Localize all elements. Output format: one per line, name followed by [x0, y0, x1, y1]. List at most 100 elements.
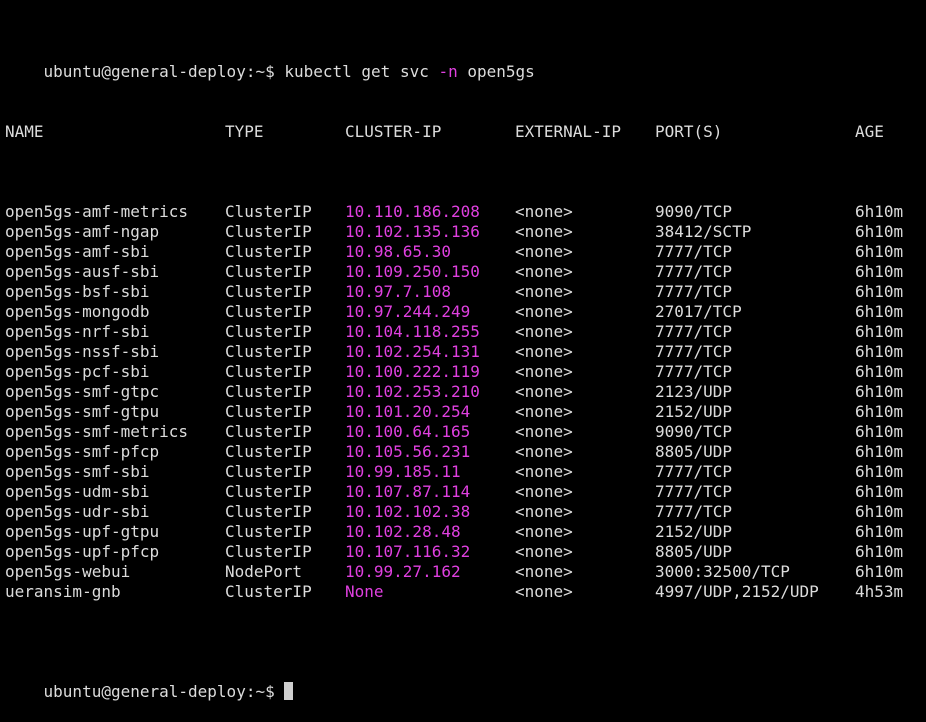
service-cluster-ip: 10.102.102.38 — [345, 502, 471, 521]
service-cluster-ip: 10.100.64.165 — [345, 422, 471, 441]
service-external-ip: <none> — [515, 242, 573, 261]
service-ports: 7777/TCP — [655, 462, 733, 481]
service-age: 6h10m — [855, 302, 904, 321]
terminal-cursor — [284, 682, 294, 700]
service-external-ip: <none> — [515, 302, 573, 321]
terminal-window[interactable]: ubuntu@general-deploy:~$ kubectl get svc… — [0, 0, 926, 701]
service-age: 6h10m — [855, 402, 904, 421]
service-cluster-ip: 10.102.254.131 — [345, 342, 480, 361]
service-age: 4h53m — [855, 582, 904, 601]
service-cluster-ip: 10.102.135.136 — [345, 222, 480, 241]
table-row: open5gs-mongodb ClusterIP 10.97.244.249 <no… — [5, 302, 926, 322]
service-cluster-ip: 10.100.222.119 — [345, 362, 480, 381]
service-cluster-ip: 10.101.20.254 — [345, 402, 471, 421]
service-type: ClusterIP — [225, 442, 312, 461]
service-type: ClusterIP — [225, 342, 312, 361]
table-header: NAME TYPE CLUSTER-IP EXTERNAL-IP PORT(S)… — [5, 122, 926, 142]
service-cluster-ip: 10.102.28.48 — [345, 522, 461, 541]
service-external-ip: <none> — [515, 342, 573, 361]
service-cluster-ip: 10.104.118.255 — [345, 322, 480, 341]
service-cluster-ip: 10.97.244.249 — [345, 302, 471, 321]
service-external-ip: <none> — [515, 362, 573, 381]
service-name: open5gs-upf-gtpu — [5, 522, 160, 541]
header-cluster-ip: CLUSTER-IP — [345, 122, 442, 141]
service-age: 6h10m — [855, 282, 904, 301]
next-prompt-user-host: ubuntu@general-deploy:~$ — [43, 682, 275, 701]
service-type: ClusterIP — [225, 402, 312, 421]
service-age: 6h10m — [855, 522, 904, 541]
service-ports: 7777/TCP — [655, 322, 733, 341]
service-name: open5gs-bsf-sbi — [5, 282, 150, 301]
table-row: open5gs-webui NodePort 10.99.27.162 <none> 3… — [5, 562, 926, 582]
service-age: 6h10m — [855, 542, 904, 561]
service-ports: 8805/UDP — [655, 442, 733, 461]
service-name: ueransim-gnb — [5, 582, 121, 601]
service-external-ip: <none> — [515, 482, 573, 501]
command-text: kubectl get svc — [274, 62, 439, 81]
service-age: 6h10m — [855, 442, 904, 461]
service-cluster-ip: 10.110.186.208 — [345, 202, 480, 221]
command-flag: -n — [438, 62, 458, 81]
service-name: open5gs-udr-sbi — [5, 502, 150, 521]
service-type: ClusterIP — [225, 462, 312, 481]
service-cluster-ip: 10.99.27.162 — [345, 562, 461, 581]
service-ports: 7777/TCP — [655, 242, 733, 261]
service-cluster-ip: 10.107.116.32 — [345, 542, 471, 561]
service-name: open5gs-pcf-sbi — [5, 362, 150, 381]
service-table: open5gs-amf-metrics ClusterIP 10.110.186.2… — [5, 202, 926, 602]
service-type: NodePort — [225, 562, 303, 581]
service-name: open5gs-mongodb — [5, 302, 150, 321]
service-name: open5gs-ausf-sbi — [5, 262, 160, 281]
service-age: 6h10m — [855, 362, 904, 381]
service-external-ip: <none> — [515, 322, 573, 341]
service-age: 6h10m — [855, 242, 904, 261]
service-cluster-ip: 10.102.253.210 — [345, 382, 480, 401]
service-age: 6h10m — [855, 422, 904, 441]
service-name: open5gs-amf-ngap — [5, 222, 160, 241]
service-age: 6h10m — [855, 382, 904, 401]
service-ports: 7777/TCP — [655, 342, 733, 361]
table-row: open5gs-amf-ngap ClusterIP 10.102.135.136 <… — [5, 222, 926, 242]
table-row: open5gs-nrf-sbi ClusterIP 10.104.118.255 <n… — [5, 322, 926, 342]
service-ports: 27017/TCP — [655, 302, 742, 321]
service-external-ip: <none> — [515, 502, 573, 521]
service-ports: 7777/TCP — [655, 502, 733, 521]
service-ports: 2152/UDP — [655, 402, 733, 421]
header-age: AGE — [855, 122, 884, 141]
service-cluster-ip: 10.109.250.150 — [345, 262, 480, 281]
service-external-ip: <none> — [515, 462, 573, 481]
service-age: 6h10m — [855, 562, 904, 581]
service-external-ip: <none> — [515, 282, 573, 301]
service-type: ClusterIP — [225, 482, 312, 501]
service-cluster-ip: 10.99.185.11 — [345, 462, 461, 481]
table-row: open5gs-amf-sbi ClusterIP 10.98.65.30 <none… — [5, 242, 926, 262]
service-external-ip: <none> — [515, 222, 573, 241]
service-age: 6h10m — [855, 462, 904, 481]
service-type: ClusterIP — [225, 362, 312, 381]
service-type: ClusterIP — [225, 282, 312, 301]
service-type: ClusterIP — [225, 322, 312, 341]
table-row: open5gs-upf-pfcp ClusterIP 10.107.116.32 <n… — [5, 542, 926, 562]
service-ports: 38412/SCTP — [655, 222, 752, 241]
service-name: open5gs-nrf-sbi — [5, 322, 150, 341]
command-line: ubuntu@general-deploy:~$ kubectl get svc… — [5, 42, 926, 81]
service-external-ip: <none> — [515, 402, 573, 421]
service-age: 6h10m — [855, 342, 904, 361]
table-row: open5gs-udm-sbi ClusterIP 10.107.87.114 <no… — [5, 482, 926, 502]
service-type: ClusterIP — [225, 382, 312, 401]
service-type: ClusterIP — [225, 522, 312, 541]
service-external-ip: <none> — [515, 542, 573, 561]
service-cluster-ip: 10.105.56.231 — [345, 442, 471, 461]
table-row: open5gs-nssf-sbi ClusterIP 10.102.254.131 <… — [5, 342, 926, 362]
service-external-ip: <none> — [515, 442, 573, 461]
service-cluster-ip: 10.107.87.114 — [345, 482, 471, 501]
table-row: open5gs-bsf-sbi ClusterIP 10.97.7.108 <none… — [5, 282, 926, 302]
service-ports: 9090/TCP — [655, 202, 733, 221]
service-external-ip: <none> — [515, 382, 573, 401]
service-ports: 3000:32500/TCP — [655, 562, 790, 581]
service-name: open5gs-smf-gtpc — [5, 382, 160, 401]
table-row: open5gs-smf-metrics ClusterIP 10.100.64.16… — [5, 422, 926, 442]
service-name: open5gs-smf-sbi — [5, 462, 150, 481]
service-type: ClusterIP — [225, 302, 312, 321]
service-type: ClusterIP — [225, 502, 312, 521]
